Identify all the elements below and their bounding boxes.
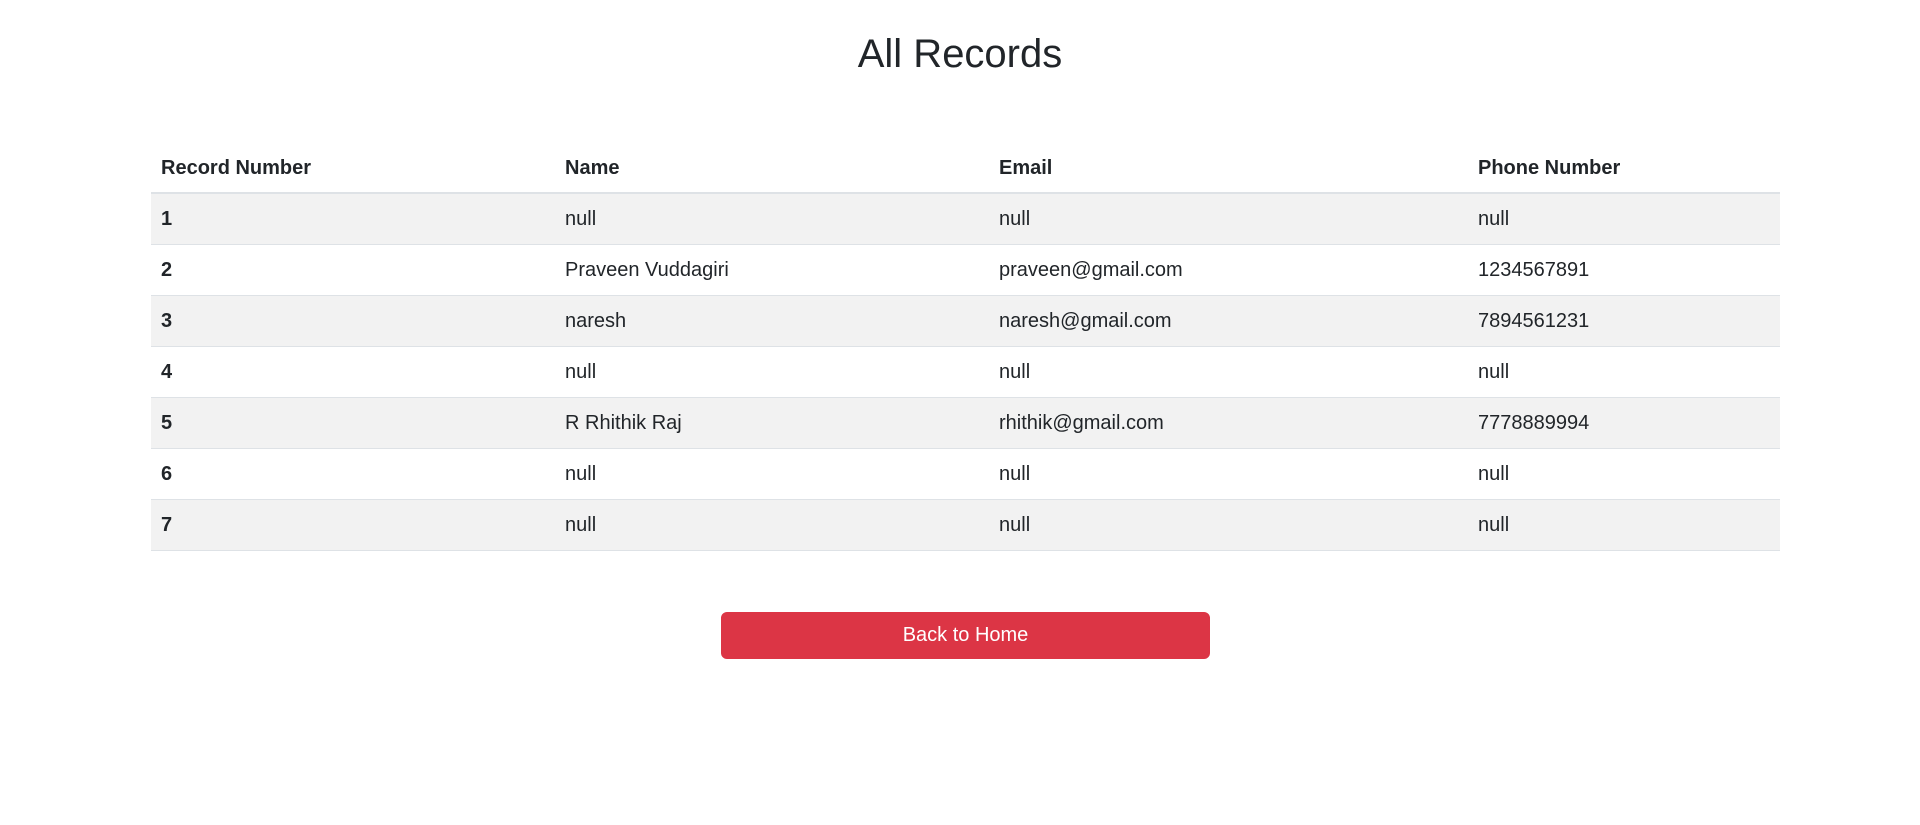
- table-row: 6 null null null: [151, 448, 1780, 500]
- page-title: All Records: [857, 32, 1063, 76]
- record-number-cell: 7: [151, 499, 555, 551]
- record-number-cell: 5: [151, 397, 555, 449]
- table-row: 4 null null null: [151, 346, 1780, 398]
- record-number-cell: 2: [151, 244, 555, 296]
- header-name: Name: [555, 145, 989, 194]
- email-cell: null: [989, 346, 1468, 398]
- table-row: 3 naresh naresh@gmail.com 7894561231: [151, 295, 1780, 347]
- phone-cell: null: [1468, 346, 1780, 398]
- email-cell: null: [989, 448, 1468, 500]
- header-row: Record Number Name Email Phone Number: [151, 145, 1780, 194]
- email-cell: naresh@gmail.com: [989, 295, 1468, 347]
- phone-cell: null: [1468, 499, 1780, 551]
- name-cell: null: [555, 192, 989, 245]
- table-body: 1 null null null 2 Praveen Vuddagiri pra…: [151, 192, 1780, 551]
- email-cell: rhithik@gmail.com: [989, 397, 1468, 449]
- table-row: 7 null null null: [151, 499, 1780, 551]
- phone-cell: 7894561231: [1468, 295, 1780, 347]
- phone-cell: null: [1468, 448, 1780, 500]
- header-phone-number: Phone Number: [1468, 145, 1780, 194]
- email-cell: null: [989, 499, 1468, 551]
- name-cell: naresh: [555, 295, 989, 347]
- name-cell: null: [555, 346, 989, 398]
- table-header: Record Number Name Email Phone Number: [151, 145, 1780, 194]
- table-row: 2 Praveen Vuddagiri praveen@gmail.com 12…: [151, 244, 1780, 296]
- email-cell: null: [989, 192, 1468, 245]
- table-row: 5 R Rhithik Raj rhithik@gmail.com 777888…: [151, 397, 1780, 449]
- back-to-home-button[interactable]: Back to Home: [721, 612, 1210, 659]
- record-number-cell: 3: [151, 295, 555, 347]
- phone-cell: 1234567891: [1468, 244, 1780, 296]
- name-cell: null: [555, 448, 989, 500]
- records-table: Record Number Name Email Phone Number 1 …: [151, 145, 1780, 551]
- name-cell: R Rhithik Raj: [555, 397, 989, 449]
- email-cell: praveen@gmail.com: [989, 244, 1468, 296]
- header-email: Email: [989, 145, 1468, 194]
- record-number-cell: 1: [151, 192, 555, 245]
- name-cell: Praveen Vuddagiri: [555, 244, 989, 296]
- page: All Records Record Number Name Email Pho…: [0, 0, 1920, 825]
- table-row: 1 null null null: [151, 192, 1780, 245]
- record-number-cell: 4: [151, 346, 555, 398]
- phone-cell: null: [1468, 192, 1780, 245]
- header-record-number: Record Number: [151, 145, 555, 194]
- phone-cell: 7778889994: [1468, 397, 1780, 449]
- record-number-cell: 6: [151, 448, 555, 500]
- name-cell: null: [555, 499, 989, 551]
